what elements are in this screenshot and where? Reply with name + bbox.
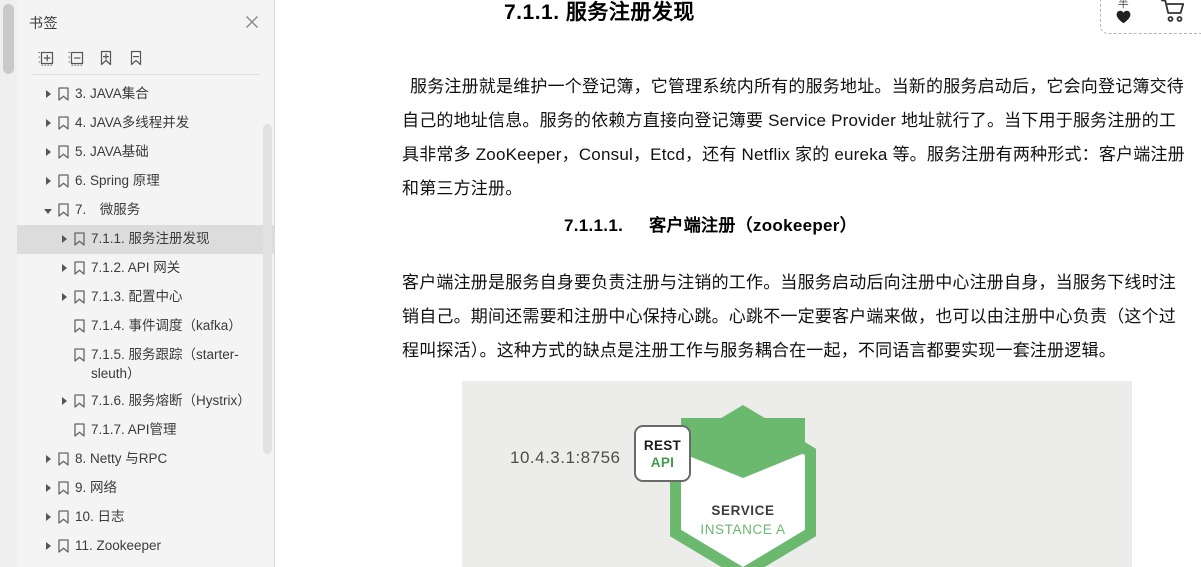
tree-item[interactable]: 7. 微服务 [17, 196, 275, 225]
chevron-right-icon[interactable] [41, 508, 55, 526]
bookmark-icon [55, 201, 71, 219]
tree-item[interactable]: 11. Zookeeper [17, 532, 275, 561]
window-scrollbar[interactable] [0, 0, 18, 567]
bookmark-icon [71, 259, 87, 277]
diagram-instance-label: INSTANCE A [700, 522, 786, 537]
chevron-right-icon[interactable] [57, 259, 71, 277]
favorite-icon[interactable] [1116, 10, 1131, 29]
tree-item[interactable]: 7.1.4. 事件调度（kafka） [17, 312, 275, 341]
cart-icon[interactable] [1160, 0, 1186, 29]
remove-bookmark-icon[interactable] [121, 46, 151, 70]
window-scrollbar-thumb[interactable] [3, 4, 14, 74]
expand-all-icon[interactable] [31, 46, 61, 70]
bookmark-toolbar [17, 44, 275, 72]
hexagon-labels: SERVICE INSTANCE A [670, 501, 816, 539]
page-title: 7.1.1. 服务注册发现 [504, 1, 695, 24]
diagram-api-label: API [650, 454, 675, 470]
chevron-right-icon[interactable] [57, 230, 71, 248]
section-heading-number: 7.1.1.1. [564, 216, 624, 235]
chevron-down-icon[interactable] [41, 201, 55, 219]
tree-item-label: 7.1.4. 事件调度（kafka） [91, 318, 242, 333]
tree-item-label: 5. JAVA基础 [75, 144, 149, 159]
chevron-right-icon[interactable] [41, 143, 55, 161]
service-hexagon: SERVICE INSTANCE A [670, 405, 816, 567]
tree-item[interactable]: 7.1.7. API管理 [17, 416, 275, 445]
tree-item[interactable]: 6. Spring 原理 [17, 167, 275, 196]
bookmark-icon [55, 143, 71, 161]
tree-item[interactable]: 5. JAVA基础 [17, 138, 275, 167]
bookmark-icon [71, 392, 87, 410]
bookmark-icon [71, 317, 87, 335]
service-instance-diagram: 10.4.3.1:8756 SERVICE INSTANCE A REST AP… [462, 381, 1132, 567]
tree-scrollbar-thumb[interactable] [263, 124, 272, 454]
chevron-right-icon[interactable] [41, 85, 55, 103]
diagram-address-label: 10.4.3.1:8756 [510, 448, 621, 467]
tree-item-label: 10. 日志 [75, 509, 125, 524]
bookmark-icon [71, 288, 87, 306]
panel-title: 书签 [29, 15, 58, 31]
bookmark-icon [55, 450, 71, 468]
bookmark-icon [55, 172, 71, 190]
section-heading-text: 客户端注册（zookeeper） [649, 216, 858, 235]
tree-item[interactable]: 4. JAVA多线程并发 [17, 109, 275, 138]
tree-item-label: 7.1.6. 服务熔断（Hystrix） [91, 393, 251, 408]
bookmark-icon [55, 537, 71, 555]
chevron-right-icon[interactable] [41, 537, 55, 555]
add-bookmark-icon[interactable] [91, 46, 121, 70]
chevron-right-icon[interactable] [57, 288, 71, 306]
tree-item[interactable]: 7.1.5. 服务跟踪（starter-sleuth） [17, 341, 275, 387]
tree-item-label: 7. 微服务 [75, 202, 141, 217]
tree-item[interactable]: 7.1.1. 服务注册发现 [17, 225, 275, 254]
tree-item[interactable]: 10. 日志 [17, 503, 275, 532]
chevron-right-icon[interactable] [57, 392, 71, 410]
chevron-right-icon[interactable] [41, 172, 55, 190]
chevron-right-icon[interactable] [41, 450, 55, 468]
body-paragraph-1: 服务注册就是维护一个登记簿，它管理系统内所有的服务地址。当新的服务启动后，它会向… [402, 77, 1185, 198]
toolbar-divider [31, 74, 260, 75]
document-view[interactable]: 7.1.1. 服务注册发现 服务注册就是维护一个登记簿，它管理系统内所有的服务地… [276, 0, 1201, 567]
tree-item-label: 7.1.1. 服务注册发现 [91, 231, 210, 246]
bookmark-tree: 3. JAVA集合 4. JAVA多线程并发 5. JAVA基础 6. Spring … [17, 80, 275, 567]
tree-item[interactable]: 7.1.3. 配置中心 [17, 283, 275, 312]
tree-item-label: 7.1.7. API管理 [91, 422, 177, 437]
tree-item[interactable]: 7.1.2. API 网关 [17, 254, 275, 283]
tree-item[interactable]: 7.1.6. 服务熔断（Hystrix） [17, 387, 275, 416]
close-icon[interactable] [242, 12, 262, 32]
tree-scrollbar[interactable] [263, 80, 273, 567]
rest-api-badge: REST API [634, 425, 691, 482]
favorite-action[interactable]: 半 [1116, 0, 1131, 29]
diagram-rest-label: REST [643, 437, 682, 453]
diagram-service-label: SERVICE [711, 503, 775, 518]
tree-item-label: 6. Spring 原理 [75, 173, 160, 188]
tree-item-label: 11. Zookeeper [75, 538, 162, 553]
tree-item[interactable]: 8. Netty 与RPC [17, 445, 275, 474]
bookmark-icon [55, 85, 71, 103]
chevron-right-icon[interactable] [41, 114, 55, 132]
tree-item-label: 7.1.2. API 网关 [91, 260, 181, 275]
tree-item-label: 3. JAVA集合 [75, 86, 149, 101]
bookmark-icon [71, 230, 87, 248]
floating-action-widget[interactable]: 半 [1100, 0, 1201, 34]
favorite-count: 半 [1117, 0, 1129, 10]
collapse-all-icon[interactable] [61, 46, 91, 70]
tree-item[interactable]: 9. 网络 [17, 474, 275, 503]
section-heading-2: 7.1.1.1. 客户端注册（zookeeper） [564, 211, 857, 236]
bookmark-panel: 书签 3. JAVA集合 4. JAVA多线程并发 5. JAVA基础 6. S… [17, 0, 275, 567]
bookmark-icon [55, 479, 71, 497]
bookmark-panel-header: 书签 [17, 0, 274, 46]
tree-item-label: 9. 网络 [75, 480, 118, 495]
app-root: 书签 3. JAVA集合 4. JAVA多线程并发 5. JAVA基础 6. S… [0, 0, 1201, 567]
bookmark-icon [71, 346, 87, 364]
tree-item[interactable]: 3. JAVA集合 [17, 80, 275, 109]
tree-item-label: 7.1.3. 配置中心 [91, 289, 183, 304]
bookmark-icon [71, 421, 87, 439]
chevron-right-icon[interactable] [41, 479, 55, 497]
cart-action[interactable] [1160, 0, 1186, 29]
bookmark-icon [55, 508, 71, 526]
tree-item-label: 7.1.5. 服务跟踪（starter-sleuth） [91, 347, 239, 381]
body-paragraph-2: 客户端注册是服务自身要负责注册与注销的工作。当服务启动后向注册中心注册自身，当服… [402, 273, 1176, 360]
bookmark-icon [55, 114, 71, 132]
tree-item-label: 4. JAVA多线程并发 [75, 115, 190, 130]
tree-item-label: 8. Netty 与RPC [75, 451, 168, 466]
